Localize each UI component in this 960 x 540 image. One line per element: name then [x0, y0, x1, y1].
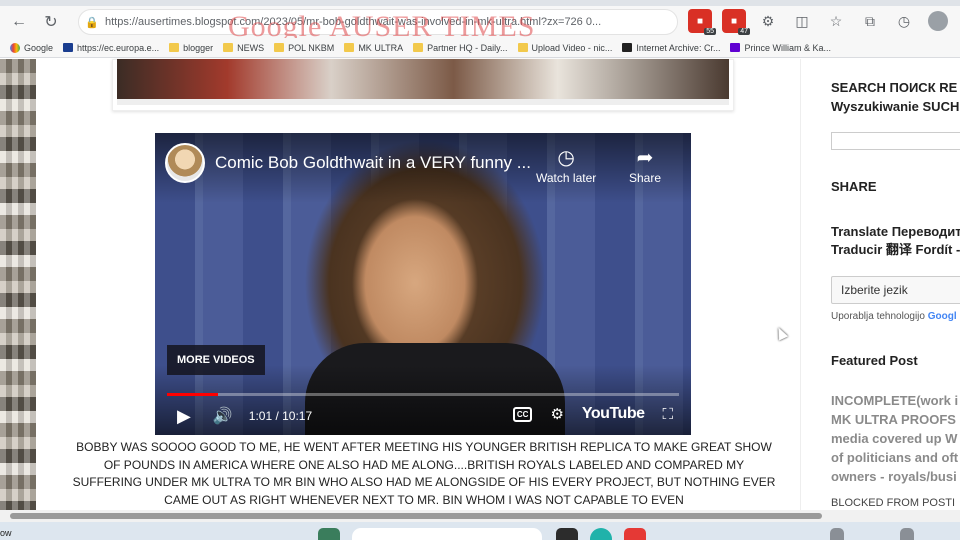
google-translate-logo: Googl — [927, 311, 957, 322]
fullscreen-icon[interactable]: ⛶ — [662, 406, 673, 423]
language-select[interactable]: Izberite jezik — [831, 276, 960, 304]
browser-toolbar: ← ↻ 🔒 https://ausertimes.blogspot.com/20… — [0, 6, 960, 43]
url-text: https://ausertimes.blogspot.com/2023/05/… — [105, 16, 602, 28]
blocked-notice: BLOCKED FROM POSTI — [831, 497, 956, 509]
youtube-logo[interactable]: YouTube — [582, 405, 645, 423]
video-title[interactable]: Comic Bob Goldthwait in a VERY funny ... — [215, 153, 531, 173]
share-icon: ➦ — [636, 147, 654, 169]
taskbar-search-box[interactable] — [352, 528, 542, 540]
bookmark-news[interactable]: NEWS — [223, 43, 264, 53]
powered-by-text: Uporablja tehnologijo Googl — [831, 311, 957, 322]
settings-gear-icon[interactable]: ⚙ — [550, 405, 563, 423]
extension-bar: ■55 ■47 ⚙ ◫ ☆ ⧉ ◷ ⋯ — [688, 9, 960, 35]
play-icon[interactable]: ▶ — [177, 406, 191, 427]
page-content: Comic Bob Goldthwait in a VERY funny ...… — [0, 59, 960, 510]
featured-post-text[interactable]: INCOMPLETE(work i MK ULTRA PROOFS media … — [831, 391, 958, 486]
scrollbar-thumb[interactable] — [10, 513, 822, 519]
youtube-player[interactable]: Comic Bob Goldthwait in a VERY funny ...… — [155, 133, 691, 435]
taskbar-app-icon[interactable] — [624, 528, 646, 540]
search-input[interactable] — [831, 132, 960, 150]
featured-post-title: Featured Post — [831, 353, 918, 368]
bookmark-partner-hq[interactable]: Partner HQ - Daily... — [413, 43, 508, 53]
channel-avatar[interactable] — [165, 143, 205, 183]
watch-later-button[interactable]: ◷ Watch later — [536, 145, 596, 185]
horizontal-scrollbar[interactable] — [0, 510, 960, 522]
history-icon[interactable]: ◷ — [892, 9, 916, 33]
favorites-icon[interactable]: ☆ — [824, 9, 848, 33]
folder-icon — [517, 43, 528, 52]
archive-icon — [622, 43, 633, 52]
search-widget-title-1: SEARCH ПОИСК RE — [831, 80, 958, 95]
sidebar: SEARCH ПОИСК RE Wyszukiwanie SUCH SHARE … — [800, 59, 960, 510]
taskbar-edge-icon[interactable] — [590, 528, 612, 540]
post-image[interactable] — [117, 59, 729, 105]
translate-title-2: Traducir 翻译 Fordít - — [831, 242, 960, 257]
video-progress-fill — [167, 393, 218, 396]
bookmark-google[interactable]: Google — [10, 42, 53, 53]
bookmark-prince-william[interactable]: Prince William & Ka... — [730, 43, 831, 53]
bookmarks-bar: Google https://ec.europa.e... blogger NE… — [0, 38, 960, 58]
clock-icon: ◷ — [557, 147, 575, 169]
google-icon — [10, 42, 20, 53]
volume-icon[interactable]: 🔊 — [213, 406, 233, 426]
taskbar-tray-icon[interactable] — [830, 528, 844, 540]
eu-flag-icon — [63, 43, 74, 52]
reload-icon[interactable]: ↻ — [38, 9, 64, 35]
profile-avatar[interactable] — [926, 9, 950, 33]
bookmark-mk-ultra[interactable]: MK ULTRA — [344, 43, 403, 53]
os-taskbar: ow — [0, 522, 960, 540]
video-progress-bar[interactable] — [167, 393, 679, 396]
share-button[interactable]: ➦ Share — [629, 145, 661, 185]
translate-title-1: Translate Переводит — [831, 224, 960, 239]
taskbar-app-icon[interactable] — [556, 528, 578, 540]
taskbar-app-icon[interactable] — [318, 528, 340, 540]
bookmark-europa[interactable]: https://ec.europa.e... — [63, 43, 159, 53]
mouse-cursor — [773, 325, 789, 341]
extension-icon-1[interactable]: ■ 55 — [688, 9, 716, 35]
more-videos-button[interactable]: MORE VIDEOS — [167, 345, 265, 375]
folder-icon — [169, 43, 180, 52]
search-widget-title-2: Wyszukiwanie SUCH — [831, 99, 960, 114]
captions-icon[interactable]: CC — [512, 406, 533, 422]
taskbar-label: ow — [0, 528, 12, 538]
back-icon[interactable]: ← — [6, 9, 32, 35]
taskbar-tray-icon[interactable] — [900, 528, 914, 540]
video-time: 1:01 / 10:17 — [248, 409, 313, 423]
extensions-puzzle-icon[interactable]: ⚙ — [756, 9, 780, 33]
folder-icon — [223, 43, 234, 52]
post-body-text: BOBBY WAS SOOOO GOOD TO ME, HE WENT AFTE… — [72, 440, 776, 507]
bookmark-upload-video[interactable]: Upload Video - nic... — [517, 43, 612, 53]
collections-icon[interactable]: ⧉ — [858, 9, 882, 33]
split-screen-icon[interactable]: ◫ — [790, 9, 814, 33]
player-controls: ▶ 🔊 1:01 / 10:17 CC ⚙ YouTube ⛶ — [155, 401, 691, 431]
bookmark-pol-nkbm[interactable]: POL NKBM — [274, 43, 334, 53]
extension-icon-2[interactable]: ■ 47 — [722, 9, 750, 35]
bookmark-blogger[interactable]: blogger — [169, 43, 213, 53]
yahoo-icon — [730, 43, 741, 52]
address-bar[interactable]: 🔒 https://ausertimes.blogspot.com/2023/0… — [78, 9, 678, 35]
folder-icon — [344, 43, 355, 52]
folder-icon — [274, 43, 285, 52]
browser-window: ← ↻ 🔒 https://ausertimes.blogspot.com/20… — [0, 0, 960, 540]
bookmark-internet-archive[interactable]: Internet Archive: Cr... — [622, 43, 720, 53]
share-widget-title: SHARE — [831, 179, 877, 194]
folder-icon — [413, 43, 424, 52]
lock-icon: 🔒 — [85, 16, 99, 29]
